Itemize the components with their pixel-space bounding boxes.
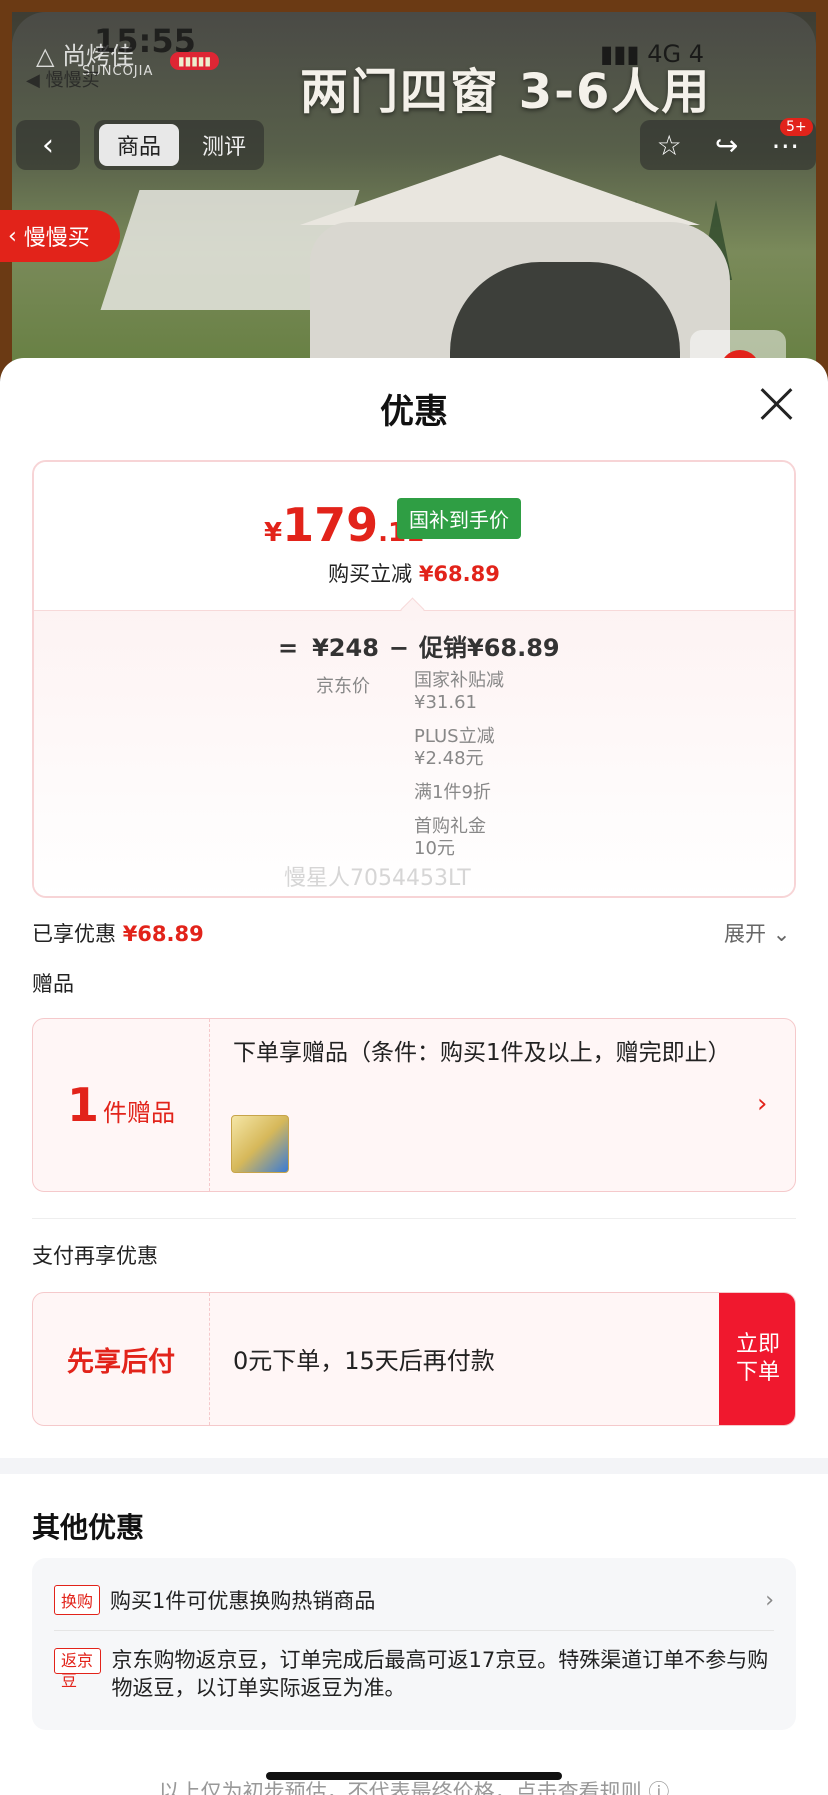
slow-buy-button[interactable]: ‹ 慢慢买 (0, 210, 120, 262)
gov-subsidy-tag: 国补到手价 (397, 498, 521, 539)
jd-bean-offer: 返京豆 京东购物返京豆，订单完成后最高可返17京豆。特殊渠道订单不参与购物返豆，… (54, 1646, 774, 1702)
battery-icon: 4 (688, 40, 705, 68)
back-button[interactable]: ‹ (16, 120, 80, 170)
back-to-app[interactable]: ◀ 慢慢买 (26, 66, 100, 92)
price-card: ¥179.11 国补到手价 购买立减 ¥68.89 =¥248−促销¥68.89… (32, 460, 796, 898)
pay-later-title: 先享后付 (33, 1293, 210, 1425)
other-offers: 换购 购买1件可优惠换购热销商品 › 返京豆 京东购物返京豆，订单完成后最高可返… (32, 1558, 796, 1730)
price-formula: = ¥248− 促销¥68.89 (278, 634, 560, 662)
sheet-title: 优惠 (380, 392, 448, 432)
gift-condition: 下单享赠品（条件：购买1件及以上，赠完即止） (233, 1040, 731, 1066)
product-tabs: 商品 测评 (94, 120, 264, 170)
promo-item: 首购礼金 10元 (414, 816, 486, 859)
trade-in-offer[interactable]: 换购 购买1件可优惠换购热销商品 › (54, 1580, 774, 1620)
offer-tag: 换购 (54, 1585, 101, 1615)
promo-list: 国家补贴减 ¥31.61 PLUS立减 ¥2.48元 满1件9折 首购礼金 10元 (414, 670, 504, 872)
chevron-right-icon: › (765, 1587, 774, 1613)
gift-thumbnail[interactable] (231, 1115, 289, 1173)
jd-price-label: 京东价 (316, 676, 370, 697)
close-icon[interactable] (758, 386, 794, 422)
cart-badge: 5+ (780, 118, 813, 136)
tab-product[interactable]: 商品 (99, 124, 179, 166)
saving-line: 购买立减 ¥68.89 (328, 562, 500, 586)
status-indicators: ▮▮▮ 4G 4 (600, 40, 705, 68)
promotion-sheet: 优惠 ¥179.11 国补到手价 购买立减 ¥68.89 =¥248−促销¥68… (0, 358, 828, 1795)
price-top: ¥179.11 国补到手价 购买立减 ¥68.89 (34, 462, 794, 610)
chevron-left-icon: ‹ (42, 127, 54, 163)
promo-item: 国家补贴减 ¥31.61 (414, 670, 504, 713)
promo-item: 满1件9折 (414, 782, 491, 803)
pay-later-card: 先享后付 0元下单，15天后再付款 立即下单 (32, 1292, 796, 1426)
section-gap (0, 1458, 828, 1474)
promo-item: PLUS立减 ¥2.48元 (414, 726, 495, 769)
home-indicator (266, 1772, 562, 1780)
promo-pill: ▮▮▮▮▮ (170, 52, 220, 70)
other-offers-title: 其他优惠 (32, 1511, 145, 1544)
pay-section-title: 支付再享优惠 (32, 1244, 158, 1268)
divider (32, 1218, 796, 1219)
divider (54, 1630, 774, 1631)
chevron-down-icon: ⌄ (772, 922, 791, 946)
offer-tag: 返京豆 (54, 1648, 102, 1690)
share-icon[interactable]: ↪ (715, 129, 738, 162)
enjoyed-discount: 已享优惠 ¥68.89 (32, 922, 204, 946)
pay-later-text: 0元下单，15天后再付款 (233, 1347, 495, 1375)
product-hero: △ 尚烤佳 SUNCOJIA 两门四窗 3-6人用 15:55 ▮▮▮ 4G 4… (0, 0, 828, 380)
gift-card[interactable]: 1 件赠品 下单享赠品（条件：购买1件及以上，赠完即止） › (32, 1018, 796, 1192)
tab-review[interactable]: 测评 (184, 124, 264, 166)
expand-button[interactable]: 展开 ⌄ (724, 918, 790, 948)
gift-count: 1 件赠品 (33, 1019, 210, 1191)
chevron-left-icon: ‹ (8, 223, 24, 249)
order-now-button[interactable]: 立即下单 (719, 1293, 795, 1425)
star-icon[interactable]: ☆ (657, 129, 682, 162)
gift-section-title: 赠品 (32, 972, 74, 996)
watermark: 慢星人7054453LT (284, 866, 471, 891)
chevron-right-icon: › (757, 1089, 768, 1119)
